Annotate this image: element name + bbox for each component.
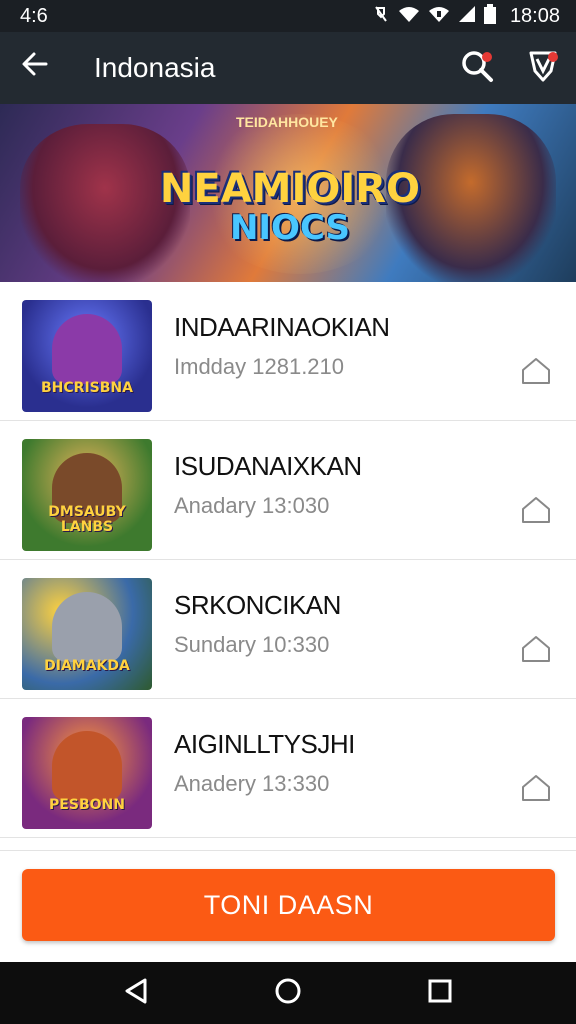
- banner-logo-top: NEAMIOIRO: [159, 166, 421, 212]
- back-button[interactable]: [0, 32, 70, 104]
- nav-back-button[interactable]: [106, 962, 166, 1024]
- nav-home-button[interactable]: [258, 962, 318, 1024]
- list-item-thumbnail: DMSAUBY LANBS: [22, 439, 152, 551]
- banner-small-caption: TEIDAHHOUEY: [236, 114, 338, 130]
- recents-square-icon: [427, 978, 453, 1009]
- list-item[interactable]: PESBONN AIGINLLTYSJHI Anadery 13:330: [0, 699, 576, 838]
- list-item-thumbnail: PESBONN: [22, 717, 152, 829]
- home-outline-icon[interactable]: [520, 495, 552, 525]
- search-badge-dot: [482, 52, 492, 62]
- banner-logo-bottom: NIOCS: [229, 208, 351, 248]
- battery-icon: [483, 3, 496, 29]
- home-outline-icon[interactable]: [520, 634, 552, 664]
- list-item-title: SRKONCIKAN: [174, 590, 341, 620]
- list-item-thumbnail: DIAMAKDA: [22, 578, 152, 690]
- back-arrow-icon: [20, 49, 50, 87]
- back-triangle-icon: [123, 977, 149, 1010]
- system-nav-bar: [0, 962, 576, 1024]
- status-bar: 4:6 18:08: [0, 0, 576, 32]
- shield-button[interactable]: [510, 32, 576, 104]
- status-time-right: 18:08: [509, 4, 560, 27]
- app-bar: Indonasia: [0, 32, 576, 104]
- notification-mute-icon: [372, 5, 390, 28]
- signal-icon: [458, 5, 476, 28]
- hero-banner[interactable]: TEIDAHHOUEY NEAMIOIRO NIOCS: [0, 104, 576, 282]
- wifi-alt-icon: [428, 5, 450, 28]
- list-item-title: ISUDANAIXKAN: [174, 451, 362, 481]
- status-time-left: 4:6: [20, 4, 48, 27]
- bottom-action-bar: TONI DAASN: [0, 850, 576, 962]
- list-item-subtitle: Imdday 1281.210: [174, 354, 345, 379]
- list-item-subtitle: Anadary 13:030: [174, 493, 330, 518]
- list-item-subtitle: Sundary 10:330: [174, 632, 330, 657]
- tournament-list: BHCRISBNA INDAARINAOKIAN Imdday 1281.210…: [0, 282, 576, 838]
- primary-action-button[interactable]: TONI DAASN: [22, 869, 555, 941]
- list-item[interactable]: DMSAUBY LANBS ISUDANAIXKAN Anadary 13:03…: [0, 421, 576, 560]
- search-button[interactable]: [444, 32, 510, 104]
- wifi-icon: [398, 5, 420, 28]
- page-title: Indonasia: [94, 52, 216, 83]
- banner-logo: NEAMIOIRO NIOCS: [150, 166, 430, 248]
- status-icons: 18:08: [372, 3, 560, 29]
- home-outline-icon[interactable]: [520, 773, 552, 803]
- list-item-title: INDAARINAOKIAN: [174, 312, 390, 342]
- home-circle-icon: [274, 977, 302, 1010]
- list-item-subtitle: Anadery 13:330: [174, 771, 330, 796]
- list-item-title: AIGINLLTYSJHI: [174, 729, 355, 759]
- shield-badge-dot: [548, 52, 558, 62]
- home-outline-icon[interactable]: [520, 356, 552, 386]
- nav-recents-button[interactable]: [410, 962, 470, 1024]
- list-item[interactable]: BHCRISBNA INDAARINAOKIAN Imdday 1281.210: [0, 282, 576, 421]
- list-item-thumbnail: BHCRISBNA: [22, 300, 152, 412]
- list-item[interactable]: DIAMAKDA SRKONCIKAN Sundary 10:330: [0, 560, 576, 699]
